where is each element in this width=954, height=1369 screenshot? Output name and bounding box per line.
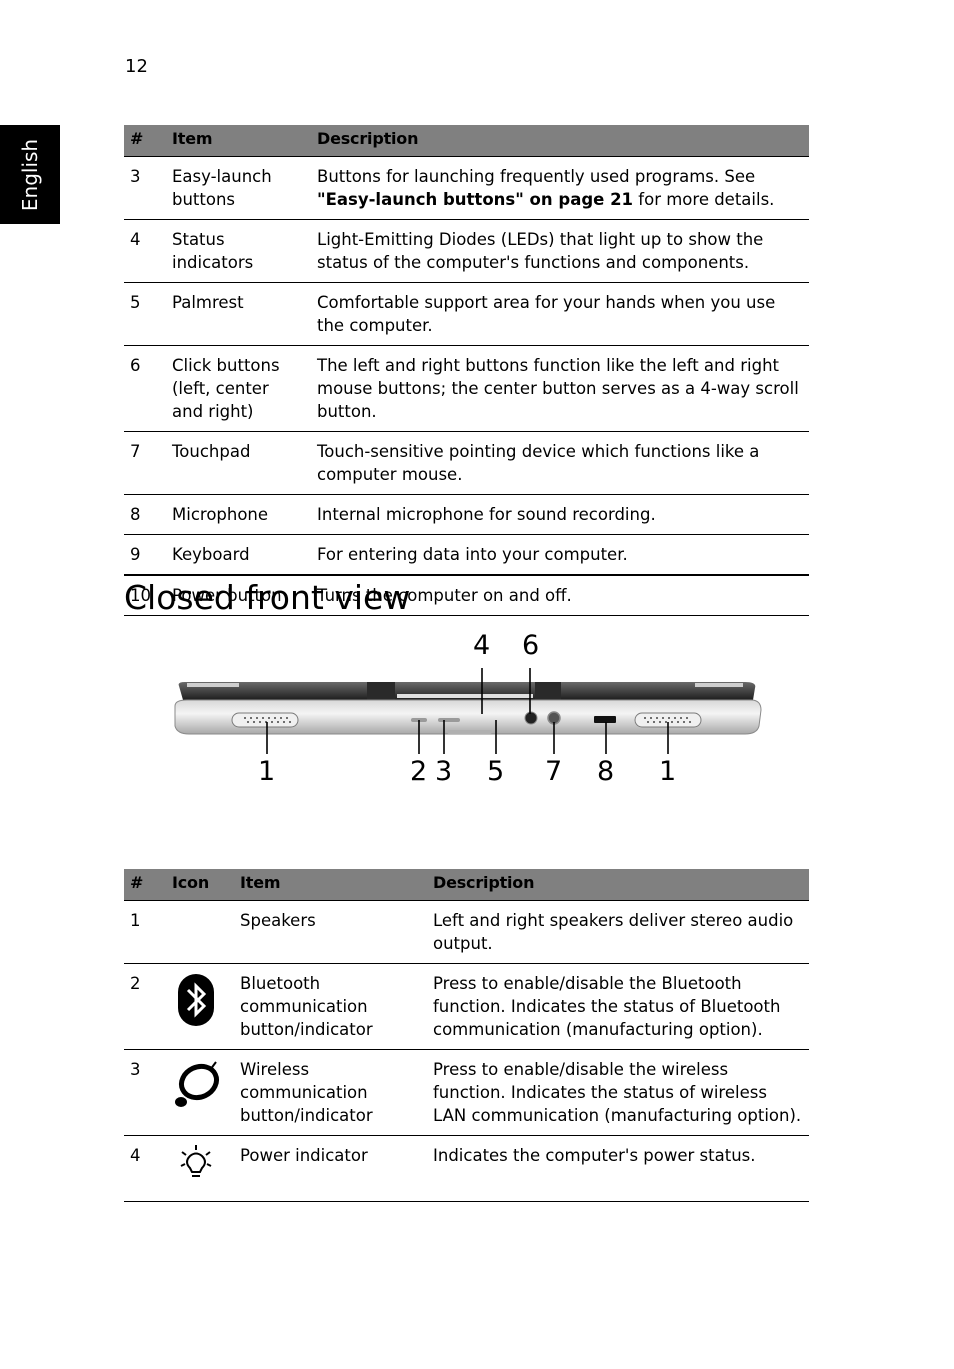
wireless-button (438, 718, 460, 722)
row-item: Wireless communication button/indicator (234, 1049, 427, 1136)
row-description: Comfortable support area for your hands … (311, 282, 809, 346)
description-text: for more details. (633, 190, 775, 209)
row-number: 7 (124, 431, 166, 495)
lid-highlight (187, 683, 239, 687)
left-speaker (231, 712, 299, 728)
table-row: 9 Keyboard For entering data into your c… (124, 534, 809, 576)
callout-label: 4 (473, 630, 491, 661)
hinge (535, 682, 561, 702)
callout-label: 1 (258, 756, 276, 787)
callout-label: 1 (659, 756, 677, 787)
table-row: 6 Click buttons (left, center and right)… (124, 345, 809, 432)
infrared-port (594, 716, 616, 723)
row-item: Bluetooth communication button/indicator (234, 963, 427, 1050)
lid-highlight (695, 683, 743, 687)
row-item: Keyboard (166, 534, 311, 576)
row-description: Left and right speakers deliver stereo a… (427, 900, 809, 964)
row-description: Press to enable/disable the wireless fun… (427, 1049, 809, 1136)
row-number: 4 (124, 219, 166, 283)
header-description: Description (311, 125, 809, 157)
closed-front-view-table: # Icon Item Description 1 Speakers Left … (124, 869, 809, 1202)
table-row: 8 Microphone Internal microphone for sou… (124, 494, 809, 535)
language-tab-label: English (18, 138, 42, 211)
header-number: # (124, 869, 166, 901)
row-number: 6 (124, 345, 166, 432)
row-description: Light-Emitting Diodes (LEDs) that light … (311, 219, 809, 283)
table-row: 4 Power indicator Indicates the computer… (124, 1135, 809, 1202)
description-text: Buttons for launching frequently used pr… (317, 167, 756, 186)
table-row: 3 Easy-launch buttons Buttons for launch… (124, 156, 809, 220)
table-header-row: # Icon Item Description (124, 869, 809, 901)
callout-label: 6 (522, 630, 540, 661)
callout-label: 2 (410, 756, 428, 787)
row-number: 2 (124, 963, 166, 1050)
header-icon: Icon (166, 869, 234, 901)
row-number: 1 (124, 900, 166, 964)
section-title: Closed front view (124, 578, 411, 617)
table-row: 1 Speakers Left and right speakers deliv… (124, 900, 809, 964)
row-description: Press to enable/disable the Bluetooth fu… (427, 963, 809, 1050)
row-item: Microphone (166, 494, 311, 535)
row-description: The left and right buttons function like… (311, 345, 809, 432)
row-number: 3 (124, 1049, 166, 1136)
row-description: Internal microphone for sound recording. (311, 494, 809, 535)
laptop-illustration (174, 668, 762, 754)
page-number: 12 (125, 56, 148, 77)
row-item: Speakers (234, 900, 427, 964)
callout-label: 7 (545, 756, 563, 787)
hinge (367, 682, 395, 702)
language-tab: English (0, 125, 60, 224)
table-row: 3 Wireless communication button/indicato… (124, 1049, 809, 1136)
header-description: Description (427, 869, 809, 901)
row-icon (166, 1049, 234, 1136)
table-row: 4 Status indicators Light-Emitting Diode… (124, 219, 809, 283)
row-number: 8 (124, 494, 166, 535)
row-description: Indicates the computer's power status. (427, 1135, 809, 1202)
callout-label: 5 (487, 756, 505, 787)
components-table-continued: # Item Description 3 Easy-launch buttons… (124, 125, 809, 616)
row-icon (166, 1135, 234, 1202)
laptop-front-view-figure: 4 6 1 2 3 5 7 8 1 (165, 630, 775, 800)
bluetooth-icon (178, 974, 214, 1026)
callout-label: 8 (597, 756, 615, 787)
table-row: 2 Bluetooth communication button/indicat… (124, 963, 809, 1050)
row-item: Power indicator (234, 1135, 427, 1202)
header-number: # (124, 125, 166, 157)
row-item: Touchpad (166, 431, 311, 495)
row-number: 3 (124, 156, 166, 220)
page-reference-link[interactable]: "Easy-launch buttons" on page 21 (317, 190, 633, 209)
power-indicator-icon (180, 1145, 212, 1177)
row-number: 4 (124, 1135, 166, 1202)
row-item: Click buttons (left, center and right) (166, 345, 311, 432)
table-header-row: # Item Description (124, 125, 809, 157)
row-item: Status indicators (166, 219, 311, 283)
table-row: 7 Touchpad Touch-sensitive pointing devi… (124, 431, 809, 495)
row-icon (166, 900, 234, 964)
row-number: 5 (124, 282, 166, 346)
row-icon (166, 963, 234, 1050)
headphone-jack (524, 711, 538, 725)
row-number: 9 (124, 534, 166, 576)
wireless-icon (175, 1061, 220, 1107)
header-item: Item (166, 125, 311, 157)
callout-label: 3 (435, 756, 453, 787)
row-description: For entering data into your computer. (311, 534, 809, 576)
row-description: Buttons for launching frequently used pr… (311, 156, 809, 220)
table-row: 5 Palmrest Comfortable support area for … (124, 282, 809, 346)
row-description: Touch-sensitive pointing device which fu… (311, 431, 809, 495)
row-item: Palmrest (166, 282, 311, 346)
latch (447, 730, 492, 734)
lid-edge (397, 694, 533, 698)
header-item: Item (234, 869, 427, 901)
row-item: Easy-launch buttons (166, 156, 311, 220)
